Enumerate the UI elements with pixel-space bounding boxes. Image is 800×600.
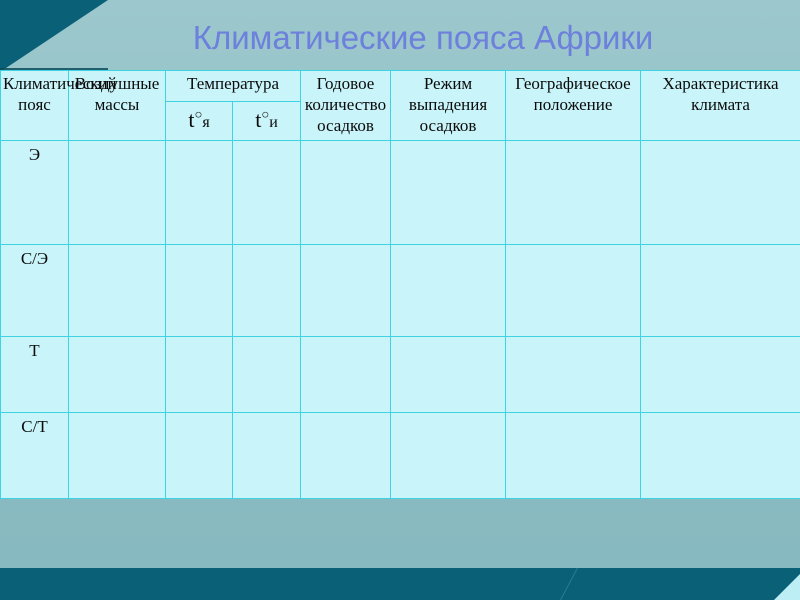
cell-zone: Э [0, 140, 69, 245]
header-climate-zone: Климатический пояс [0, 70, 117, 141]
cell-t-january[interactable] [165, 140, 233, 245]
bottom-bar-diagonal-accent [560, 568, 607, 600]
cell-t-january[interactable] [165, 244, 233, 337]
table-body: Э С/Э Т С/Т [0, 140, 800, 499]
table-row: Э [0, 140, 800, 245]
header-climate-characteristics: Характеристика климата [640, 70, 800, 141]
cell-zone: С/Э [0, 244, 69, 337]
cell-geographic-position[interactable] [505, 140, 642, 245]
cell-t-july[interactable] [231, 140, 302, 245]
slide: Климатические пояса Африки Климатический… [0, 0, 800, 600]
cell-annual-precipitation[interactable] [300, 336, 392, 413]
header-temperature-january: t○я [165, 101, 233, 141]
header-temperature-july: t○и [231, 101, 302, 141]
cell-precipitation-regime[interactable] [390, 336, 507, 413]
cell-annual-precipitation[interactable] [300, 244, 392, 337]
bottom-bar-corner-notch [774, 574, 800, 600]
header-annual-precipitation: Годовое количество осадков [300, 70, 392, 141]
cell-annual-precipitation[interactable] [300, 412, 392, 499]
cell-precipitation-regime[interactable] [390, 140, 507, 245]
cell-t-july[interactable] [231, 244, 302, 337]
cell-geographic-position[interactable] [505, 244, 642, 337]
climate-zones-table: Климатический пояс Воздушные массы Темпе… [0, 70, 800, 499]
header-temperature: Температура [164, 70, 302, 102]
header-air-masses: Воздушные массы [68, 70, 166, 141]
page-title: Климатические пояса Африки [192, 19, 654, 56]
header-row-top: Климатический пояс Воздушные массы Темпе… [0, 70, 800, 141]
cell-precipitation-regime[interactable] [390, 412, 507, 499]
cell-t-january[interactable] [165, 336, 233, 413]
table-row: Т [0, 336, 800, 413]
table-row: С/Э [0, 244, 800, 337]
cell-t-january[interactable] [165, 412, 233, 499]
bottom-decoration-bar [0, 568, 800, 600]
cell-climate-characteristics[interactable] [640, 140, 800, 245]
cell-air-masses[interactable] [68, 140, 166, 245]
cell-climate-characteristics[interactable] [640, 244, 800, 337]
cell-precipitation-regime[interactable] [390, 244, 507, 337]
cell-annual-precipitation[interactable] [300, 140, 392, 245]
cell-t-july[interactable] [231, 336, 302, 413]
cell-geographic-position[interactable] [505, 336, 642, 413]
cell-air-masses[interactable] [68, 336, 166, 413]
cell-zone: Т [0, 336, 69, 413]
cell-zone: С/Т [0, 412, 69, 499]
header-precipitation-regime: Режим выпадения осадков [390, 70, 507, 141]
header-geographic-position: Географическое положение [505, 70, 642, 141]
cell-climate-characteristics[interactable] [640, 412, 800, 499]
table-header: Климатический пояс Воздушные массы Темпе… [0, 70, 800, 141]
cell-climate-characteristics[interactable] [640, 336, 800, 413]
cell-air-masses[interactable] [68, 244, 166, 337]
cell-air-masses[interactable] [68, 412, 166, 499]
cell-geographic-position[interactable] [505, 412, 642, 499]
table-row: С/Т [0, 412, 800, 499]
cell-t-july[interactable] [231, 412, 302, 499]
